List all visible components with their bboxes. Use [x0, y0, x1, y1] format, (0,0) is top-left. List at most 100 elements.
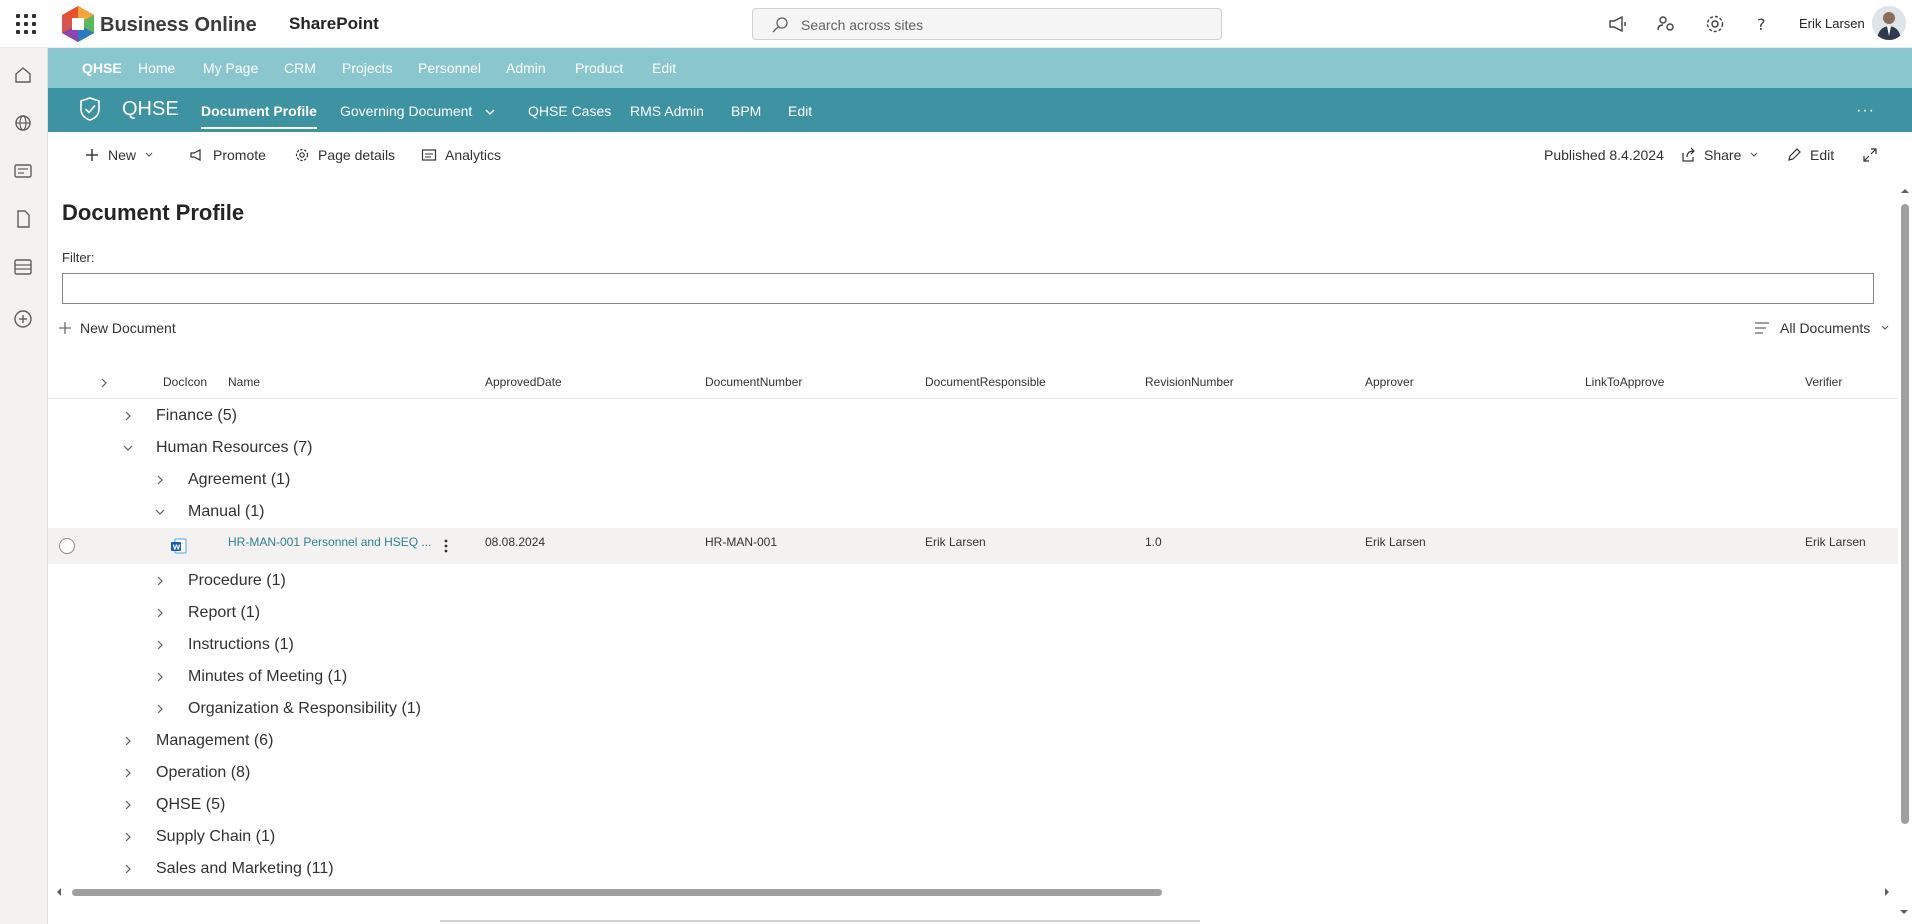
group-manual[interactable]: Manual (1)	[188, 503, 264, 521]
shield-check-icon[interactable]	[78, 96, 102, 122]
word-document-icon: W	[171, 538, 187, 554]
site-nav-governing-document[interactable]: Governing Document	[340, 103, 472, 119]
horizontal-scrollbar[interactable]	[54, 886, 1894, 898]
site-nav-bpm[interactable]: BPM	[731, 103, 761, 119]
column-header-verifier[interactable]: Verifier	[1805, 375, 1842, 389]
scroll-down-arrow-icon[interactable]	[1899, 907, 1909, 917]
scroll-left-arrow-icon[interactable]	[54, 887, 64, 897]
site-nav-edit[interactable]: Edit	[788, 103, 812, 119]
group-supply-chain[interactable]: Supply Chain (1)	[156, 828, 275, 846]
expand-all-chevron-icon[interactable]	[99, 377, 109, 389]
expand-icon[interactable]	[1862, 147, 1878, 163]
chevron-right-icon[interactable]	[123, 736, 133, 746]
more-options-icon[interactable]: ···	[1856, 102, 1875, 120]
scroll-up-arrow-icon[interactable]	[1900, 186, 1910, 196]
group-organization-responsibility[interactable]: Organization & Responsibility (1)	[188, 700, 421, 718]
group-human-resources[interactable]: Human Resources (7)	[156, 439, 313, 457]
share-button[interactable]: Share	[1680, 147, 1759, 163]
chevron-right-icon[interactable]	[123, 800, 133, 810]
chevron-right-icon[interactable]	[155, 608, 165, 618]
cell-verifier[interactable]: Erik Larsen	[1805, 535, 1866, 549]
filter-input[interactable]	[62, 273, 1874, 304]
column-header-revisionnumber[interactable]: RevisionNumber	[1145, 375, 1234, 389]
chevron-right-icon[interactable]	[123, 864, 133, 874]
cell-document-responsible[interactable]: Erik Larsen	[925, 535, 986, 549]
column-header-approver[interactable]: Approver	[1365, 375, 1414, 389]
row-select-radio[interactable]	[58, 537, 76, 555]
cell-approved-date: 08.08.2024	[485, 535, 546, 549]
settings-gear-icon[interactable]	[1703, 12, 1727, 36]
document-name-link[interactable]: HR-MAN-001 Personnel and HSEQ ...	[228, 535, 431, 549]
edit-page-button[interactable]: Edit	[1786, 147, 1834, 163]
column-header-documentresponsible[interactable]: DocumentResponsible	[925, 375, 1046, 389]
more-actions-icon[interactable]	[443, 538, 449, 554]
hub-nav-projects[interactable]: Projects	[342, 60, 393, 76]
hub-nav-qhse[interactable]: QHSE	[82, 60, 122, 76]
chevron-right-icon[interactable]	[123, 768, 133, 778]
column-header-documentnumber[interactable]: DocumentNumber	[705, 375, 802, 389]
chevron-right-icon[interactable]	[155, 640, 165, 650]
user-name[interactable]: Erik Larsen	[1799, 16, 1865, 31]
hub-nav-edit[interactable]: Edit	[652, 60, 676, 76]
search-box[interactable]: Search across sites	[752, 8, 1222, 40]
news-icon[interactable]	[12, 160, 34, 182]
vertical-scroll-thumb[interactable]	[1901, 204, 1909, 824]
hub-nav-personnel[interactable]: Personnel	[418, 60, 481, 76]
new-document-button[interactable]: New Document	[58, 320, 176, 336]
chevron-down-icon[interactable]	[123, 443, 133, 453]
analytics-button[interactable]: Analytics	[421, 147, 501, 163]
scroll-right-arrow-icon[interactable]	[1882, 887, 1892, 897]
chevron-right-icon[interactable]	[123, 411, 133, 421]
hub-nav-product[interactable]: Product	[575, 60, 623, 76]
promote-button[interactable]: Promote	[189, 147, 266, 163]
hub-nav-my-page[interactable]: My Page	[203, 60, 258, 76]
hub-nav-crm[interactable]: CRM	[284, 60, 316, 76]
column-header-linktoapprove[interactable]: LinkToApprove	[1585, 375, 1664, 389]
globe-icon[interactable]	[12, 112, 34, 134]
site-title[interactable]: QHSE	[122, 98, 179, 121]
chevron-down-icon[interactable]	[484, 107, 496, 117]
vertical-scrollbar[interactable]	[1898, 186, 1910, 906]
group-sales-and-marketing[interactable]: Sales and Marketing (11)	[156, 860, 334, 878]
group-procedure[interactable]: Procedure (1)	[188, 572, 286, 590]
group-finance[interactable]: Finance (5)	[156, 407, 237, 425]
new-button[interactable]: New	[84, 147, 154, 163]
cell-approver[interactable]: Erik Larsen	[1365, 535, 1426, 549]
group-management[interactable]: Management (6)	[156, 732, 273, 750]
create-plus-icon[interactable]	[12, 308, 34, 330]
group-minutes-of-meeting[interactable]: Minutes of Meeting (1)	[188, 668, 347, 686]
chevron-right-icon[interactable]	[155, 672, 165, 682]
site-nav-qhse-cases[interactable]: QHSE Cases	[528, 103, 611, 119]
group-instructions[interactable]: Instructions (1)	[188, 636, 294, 654]
hub-nav-admin[interactable]: Admin	[506, 60, 546, 76]
group-report[interactable]: Report (1)	[188, 604, 260, 622]
user-avatar[interactable]	[1872, 6, 1906, 40]
business-online-logo-icon[interactable]	[56, 4, 100, 44]
site-nav-rms-admin[interactable]: RMS Admin	[630, 103, 704, 119]
column-header-docicon[interactable]: DocIcon	[163, 375, 207, 389]
group-qhse[interactable]: QHSE (5)	[156, 796, 225, 814]
document-icon[interactable]	[12, 208, 34, 230]
chevron-right-icon[interactable]	[155, 576, 165, 586]
home-icon[interactable]	[12, 64, 34, 86]
page-details-button[interactable]: Page details	[294, 147, 395, 163]
app-name[interactable]: SharePoint	[289, 14, 379, 34]
people-network-icon[interactable]	[1654, 12, 1678, 36]
megaphone-icon[interactable]	[1606, 12, 1630, 36]
hub-nav-home[interactable]: Home	[138, 60, 175, 76]
group-agreement[interactable]: Agreement (1)	[188, 471, 290, 489]
site-nav-document-profile[interactable]: Document Profile	[201, 103, 317, 129]
column-header-name[interactable]: Name	[228, 375, 260, 389]
group-operation[interactable]: Operation (8)	[156, 764, 250, 782]
brand-name[interactable]: Business Online	[100, 14, 257, 37]
chevron-right-icon[interactable]	[155, 704, 165, 714]
list-icon[interactable]	[12, 256, 34, 278]
column-header-approveddate[interactable]: ApprovedDate	[485, 375, 562, 389]
chevron-down-icon[interactable]	[155, 507, 165, 517]
app-launcher-icon[interactable]	[8, 8, 40, 40]
view-selector[interactable]: All Documents	[1754, 320, 1890, 336]
horizontal-scroll-thumb[interactable]	[72, 889, 1162, 896]
chevron-right-icon[interactable]	[155, 475, 165, 485]
help-icon[interactable]: ?	[1750, 12, 1774, 36]
chevron-right-icon[interactable]	[123, 832, 133, 842]
